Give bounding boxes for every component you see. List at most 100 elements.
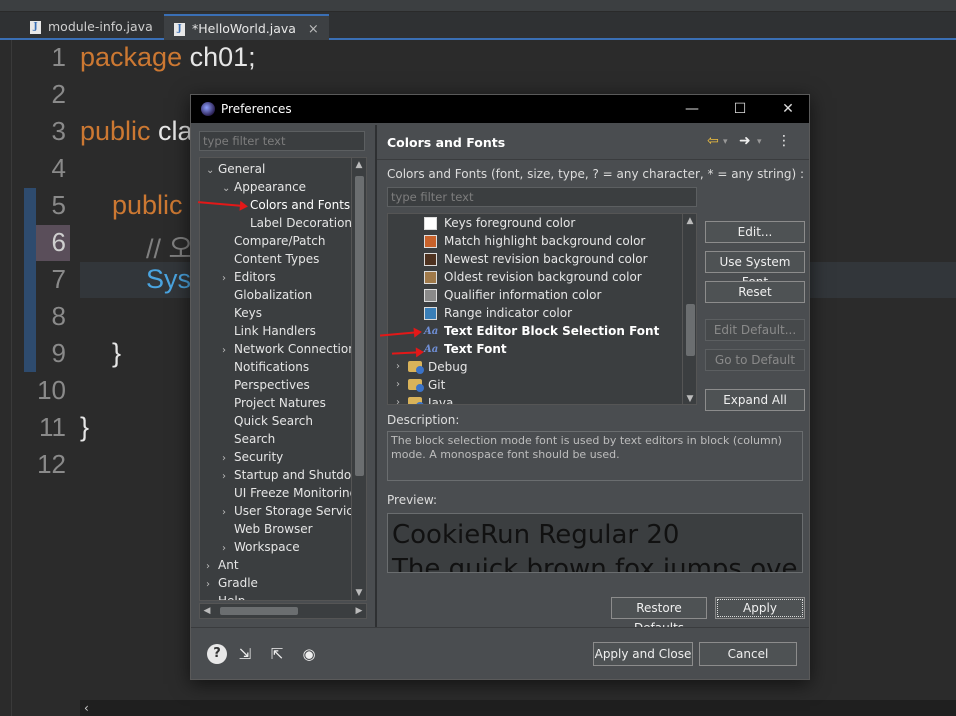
forward-dropdown-icon[interactable]: ▾ bbox=[757, 137, 762, 147]
scrollbar-thumb[interactable] bbox=[355, 176, 364, 476]
edit-default-button[interactable]: Edit Default... bbox=[705, 319, 805, 341]
color-font-row[interactable]: Aa Text Font bbox=[388, 340, 680, 358]
tree-item-label: Content Types bbox=[234, 252, 320, 266]
tree-item[interactable]: ⌄ Appearance bbox=[222, 178, 306, 196]
tree-item[interactable]: ⌄ General bbox=[206, 160, 265, 178]
tree-item-label: Ant bbox=[218, 558, 239, 572]
tree-item[interactable]: Keys bbox=[222, 304, 262, 322]
folder-icon bbox=[408, 379, 424, 392]
code-line-3[interactable]: public cla bbox=[80, 116, 193, 147]
tree-item[interactable]: Web Browser bbox=[222, 520, 313, 538]
close-button[interactable]: ✕ bbox=[771, 95, 805, 123]
scroll-up-icon[interactable]: ▲ bbox=[683, 214, 696, 228]
color-font-row[interactable]: Oldest revision background color bbox=[388, 268, 680, 286]
category-row[interactable]: › Debug bbox=[388, 358, 680, 376]
tab-helloworld[interactable]: J *HelloWorld.java × bbox=[164, 14, 329, 40]
tree-vertical-scrollbar[interactable]: ▲ ▼ bbox=[351, 157, 367, 601]
eclipse-window: J module-info.java J *HelloWorld.java × … bbox=[0, 0, 956, 716]
tree-horizontal-scrollbar[interactable]: ◀ ▶ bbox=[199, 603, 367, 619]
minimize-button[interactable]: — bbox=[675, 95, 709, 123]
tree-item[interactable]: Search bbox=[222, 430, 275, 448]
chevron-right-icon[interactable]: › bbox=[396, 394, 400, 404]
tree-item-label: Search bbox=[234, 432, 276, 446]
tree-item[interactable]: › Gradle bbox=[206, 574, 258, 592]
scroll-up-icon[interactable]: ▲ bbox=[352, 158, 366, 172]
expand-all-button[interactable]: Expand All bbox=[705, 389, 805, 411]
scrollbar-thumb[interactable] bbox=[686, 304, 695, 356]
color-font-row[interactable]: Qualifier information color bbox=[388, 286, 680, 304]
tab-module-info[interactable]: J module-info.java bbox=[20, 14, 163, 40]
category-row[interactable]: › Java bbox=[388, 394, 680, 404]
scroll-down-icon[interactable]: ▼ bbox=[352, 586, 366, 600]
scroll-left-icon[interactable]: ‹ bbox=[84, 701, 89, 715]
maximize-button[interactable]: ☐ bbox=[723, 95, 757, 123]
tree-item[interactable]: › User Storage Service bbox=[222, 502, 352, 520]
nav-filter-input[interactable]: type filter text bbox=[199, 131, 365, 151]
import-icon[interactable]: ⇲ bbox=[235, 644, 255, 664]
scroll-left-icon[interactable]: ◀ bbox=[200, 604, 214, 618]
scroll-down-icon[interactable]: ▼ bbox=[683, 392, 696, 404]
tree-item[interactable]: Content Types bbox=[222, 250, 319, 268]
apply-button[interactable]: Apply bbox=[715, 597, 805, 619]
chevron-right-icon[interactable]: › bbox=[206, 594, 218, 600]
help-icon[interactable]: ? bbox=[207, 644, 227, 664]
back-dropdown-icon[interactable]: ▾ bbox=[723, 137, 728, 147]
color-font-row[interactable]: Newest revision background color bbox=[388, 250, 680, 268]
tree-item[interactable]: Quick Search bbox=[222, 412, 313, 430]
oomph-record-icon[interactable]: ◉ bbox=[299, 644, 319, 664]
code-line-6[interactable]: // 오 bbox=[146, 227, 193, 266]
view-menu-icon[interactable]: ⋮ bbox=[777, 133, 791, 149]
forward-arrow-icon[interactable]: ➜ bbox=[739, 133, 751, 149]
tree-item[interactable]: Perspectives bbox=[222, 376, 310, 394]
reset-button[interactable]: Reset bbox=[705, 281, 805, 303]
go-to-default-button[interactable]: Go to Default bbox=[705, 349, 805, 371]
scroll-right-icon[interactable]: ▶ bbox=[352, 604, 366, 618]
export-icon[interactable]: ⇱ bbox=[267, 644, 287, 664]
tree-item[interactable]: Project Natures bbox=[222, 394, 326, 412]
tree-item[interactable]: › Workspace bbox=[222, 538, 300, 556]
scrollbar-thumb[interactable] bbox=[220, 607, 298, 615]
code-line-9[interactable]: } bbox=[112, 338, 121, 369]
colors-filter-input[interactable]: type filter text bbox=[387, 187, 697, 207]
use-system-font-button[interactable]: Use System Font bbox=[705, 251, 805, 289]
tree-item[interactable]: Compare/Patch bbox=[222, 232, 325, 250]
tree-item[interactable]: Link Handlers bbox=[222, 322, 316, 340]
tree-item[interactable]: › Network Connections bbox=[222, 340, 352, 358]
code-line-11[interactable]: } bbox=[80, 412, 89, 443]
edit-button[interactable]: Edit... bbox=[705, 221, 805, 243]
tree-item[interactable]: UI Freeze Monitoring bbox=[222, 484, 352, 502]
tree-item[interactable]: Notifications bbox=[222, 358, 309, 376]
restore-defaults-button[interactable]: Restore Defaults bbox=[611, 597, 707, 635]
code-line-5[interactable]: public bbox=[112, 190, 183, 221]
code-line-1[interactable]: package ch01; bbox=[80, 42, 256, 73]
tree-item-label: General bbox=[218, 162, 266, 176]
chevron-right-icon[interactable]: › bbox=[396, 376, 400, 394]
preview-font-name: CookieRun Regular 20 bbox=[392, 520, 680, 550]
tree-item[interactable]: › Ant bbox=[206, 556, 239, 574]
tree-item[interactable]: › Editors bbox=[222, 268, 276, 286]
colors-tree-scrollbar[interactable]: ▲ ▼ bbox=[682, 214, 696, 404]
code-text: cla bbox=[150, 116, 193, 146]
color-font-row[interactable]: Match highlight background color bbox=[388, 232, 680, 250]
tree-item[interactable]: Globalization bbox=[222, 286, 312, 304]
tree-item[interactable]: ›Startup and Shutdown bbox=[222, 466, 352, 484]
chevron-down-icon[interactable]: ⌄ bbox=[222, 180, 234, 198]
category-row[interactable]: › Git bbox=[388, 376, 680, 394]
code-line-7[interactable]: Sys bbox=[146, 264, 191, 295]
tree-item[interactable]: Label Decorations bbox=[238, 214, 352, 232]
colors-and-fonts-page: Colors and Fonts ⇦ ▾ ➜ ▾ ⋮ Colors and Fo… bbox=[377, 125, 809, 635]
tree-item[interactable]: Colors and Fonts bbox=[238, 196, 350, 214]
back-arrow-icon[interactable]: ⇦ bbox=[707, 133, 719, 149]
tree-item-label: Appearance bbox=[234, 180, 307, 194]
tree-item[interactable]: ›Help bbox=[206, 592, 245, 600]
color-font-row[interactable]: Keys foreground color bbox=[388, 214, 680, 232]
close-tab-icon[interactable]: × bbox=[308, 22, 319, 37]
color-font-row[interactable]: Aa Text Editor Block Selection Font bbox=[388, 322, 680, 340]
tree-item[interactable]: › Security bbox=[222, 448, 283, 466]
chevron-down-icon[interactable]: ⌄ bbox=[206, 162, 218, 180]
editor-horizontal-scrollbar[interactable]: ‹ bbox=[80, 700, 956, 716]
apply-and-close-button[interactable]: Apply and Close bbox=[593, 642, 693, 666]
cancel-button[interactable]: Cancel bbox=[699, 642, 797, 666]
color-font-row[interactable]: Range indicator color bbox=[388, 304, 680, 322]
chevron-right-icon[interactable]: › bbox=[396, 358, 400, 376]
